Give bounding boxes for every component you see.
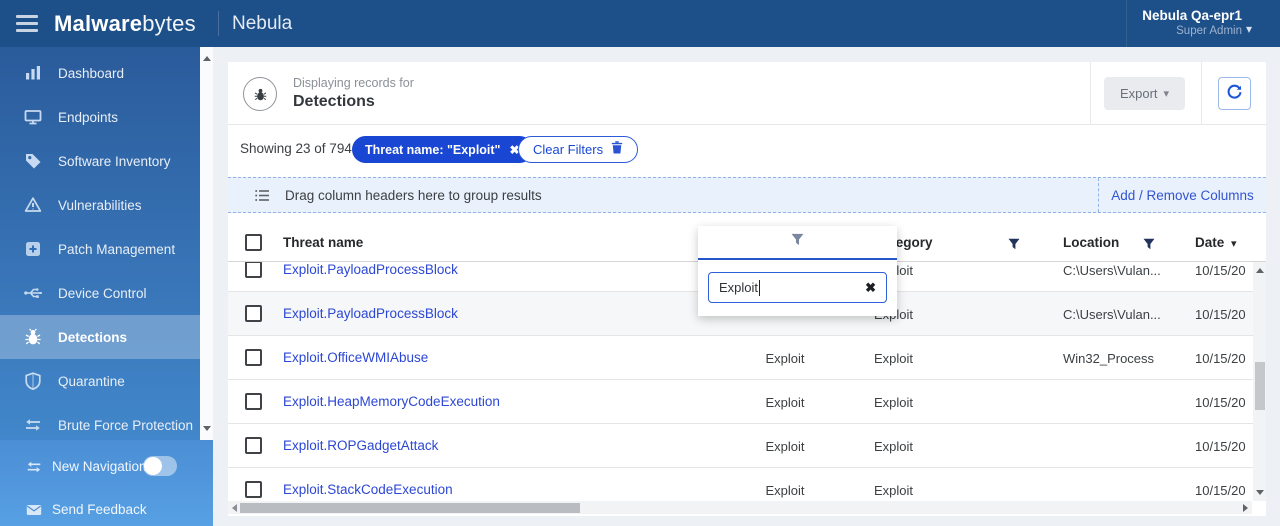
plus-square-icon — [23, 239, 43, 259]
row-checkbox[interactable] — [245, 349, 262, 366]
scroll-right-arrow-icon[interactable] — [1243, 503, 1248, 512]
transfer-arrows-icon — [25, 458, 43, 476]
sidebar-item-device-control[interactable]: Device Control — [0, 271, 200, 315]
refresh-button[interactable] — [1218, 77, 1251, 110]
page-header: Displaying records for Detections Export… — [228, 62, 1266, 125]
filter-funnel-icon — [791, 233, 804, 251]
group-list-icon — [255, 189, 269, 202]
threat-name-filter-chip[interactable]: Threat name: "Exploit" ✖ — [352, 136, 533, 163]
threat-name-link[interactable]: Exploit.ROPGadgetAttack — [283, 438, 438, 453]
sidebar-item-vulnerabilities[interactable]: Vulnerabilities — [0, 183, 200, 227]
table-row[interactable]: Exploit.HeapMemoryCodeExecution Exploit … — [228, 380, 1253, 424]
scrollbar-thumb[interactable] — [1254, 362, 1265, 410]
brand-secondary: bytes — [142, 11, 196, 36]
usb-icon — [23, 283, 43, 303]
clear-input-icon[interactable]: ✖ — [865, 280, 876, 296]
brand-divider — [218, 11, 219, 36]
column-header-date[interactable]: Date — [1195, 235, 1224, 250]
bar-chart-icon — [23, 63, 43, 83]
refresh-icon — [1226, 83, 1243, 105]
header-divider — [1090, 62, 1091, 125]
account-menu[interactable]: Nebula Qa-epr1 Super Admin ▾ — [1142, 7, 1266, 39]
page-title: Detections — [293, 93, 375, 110]
threat-name-link[interactable]: Exploit.OfficeWMIAbuse — [283, 350, 428, 365]
account-role: Super Admin — [1176, 25, 1242, 37]
group-by-bar[interactable]: Drag column headers here to group result… — [228, 177, 1266, 213]
sidebar-footer: New Navigation Send Feedback — [0, 440, 213, 526]
row-checkbox[interactable] — [245, 262, 262, 278]
threat-name-link[interactable]: Exploit.PayloadProcessBlock — [283, 306, 458, 321]
table-row[interactable]: Exploit.ROPGadgetAttack Exploit Exploit … — [228, 424, 1253, 468]
account-divider — [1126, 0, 1127, 47]
chevron-down-icon: ▾ — [1163, 88, 1170, 100]
trash-icon — [611, 140, 623, 159]
sidebar-item-patch-management[interactable]: Patch Management — [0, 227, 200, 271]
scroll-up-arrow-icon[interactable] — [203, 56, 211, 61]
product-name: Nebula — [232, 13, 293, 34]
export-button[interactable]: Export ▾ — [1104, 77, 1185, 110]
scroll-left-arrow-icon[interactable] — [232, 503, 237, 512]
threat-name-link[interactable]: Exploit.PayloadProcessBlock — [283, 262, 458, 277]
envelope-icon — [25, 501, 43, 519]
hamburger-menu-icon[interactable] — [16, 15, 38, 32]
sidebar-scrollbar[interactable] — [200, 47, 213, 440]
filter-popup-header[interactable] — [698, 226, 897, 260]
scrollbar-corner — [1252, 501, 1266, 514]
header-divider — [1201, 62, 1202, 125]
shield-icon — [23, 371, 43, 391]
detections-bug-icon — [243, 77, 277, 111]
column-header-location[interactable]: Location — [1063, 235, 1119, 250]
category-filter-icon[interactable] — [1008, 237, 1020, 250]
sidebar-item-detections[interactable]: Detections — [0, 315, 200, 359]
brand-primary: Malware — [54, 11, 143, 36]
add-remove-columns-link[interactable]: Add / Remove Columns — [1098, 178, 1266, 212]
row-checkbox[interactable] — [245, 305, 262, 322]
sidebar-item-send-feedback[interactable]: Send Feedback — [0, 488, 213, 526]
tag-icon — [23, 151, 43, 171]
top-bar: Malwarebytes Nebula Nebula Qa-epr1 Super… — [0, 0, 1280, 47]
select-all-checkbox[interactable] — [245, 234, 262, 251]
filter-popup-body: Exploit ✖ — [698, 260, 897, 316]
scrollbar-thumb[interactable] — [240, 502, 580, 513]
toggle-knob — [144, 457, 162, 475]
row-checkbox[interactable] — [245, 481, 262, 498]
table-row[interactable]: Exploit.StackCodeExecution Exploit Explo… — [228, 468, 1253, 501]
threat-name-link[interactable]: Exploit.HeapMemoryCodeExecution — [283, 394, 500, 409]
scroll-up-arrow-icon[interactable] — [1255, 268, 1264, 273]
malwarebytes-logo: Malwarebytes — [54, 0, 196, 47]
chevron-down-icon: ▾ — [1245, 22, 1252, 36]
filter-summary-row: Showing 23 of 794. Threat name: "Exploit… — [228, 125, 1266, 170]
new-navigation-toggle[interactable] — [143, 456, 177, 476]
table-horizontal-scrollbar[interactable] — [228, 501, 1252, 514]
page-subtitle: Displaying records for — [293, 76, 414, 90]
row-checkbox[interactable] — [245, 437, 262, 454]
threat-name-link[interactable]: Exploit.StackCodeExecution — [283, 482, 453, 497]
column-header-threat-name[interactable]: Threat name — [283, 235, 363, 250]
sidebar-item-dashboard[interactable]: Dashboard — [0, 51, 200, 95]
bug-icon — [23, 327, 43, 347]
group-hint-text: Drag column headers here to group result… — [285, 188, 542, 203]
transfer-arrows-icon — [23, 415, 43, 435]
record-count: Showing 23 of 794. — [240, 141, 356, 156]
scroll-down-arrow-icon[interactable] — [1255, 490, 1264, 495]
row-checkbox[interactable] — [245, 393, 262, 410]
sidebar-item-endpoints[interactable]: Endpoints — [0, 95, 200, 139]
clear-filters-button[interactable]: Clear Filters — [518, 136, 639, 163]
sidebar-item-software-inventory[interactable]: Software Inventory — [0, 139, 200, 183]
column-filter-popup: Exploit ✖ — [698, 226, 897, 316]
warning-triangle-icon — [23, 195, 43, 215]
table-row[interactable]: Exploit.OfficeWMIAbuse Exploit Exploit W… — [228, 336, 1253, 380]
sort-descending-icon: ▾ — [1231, 238, 1237, 250]
sidebar: Dashboard Endpoints Software Inventory V… — [0, 47, 200, 440]
text-cursor — [759, 279, 761, 296]
monitor-icon — [23, 107, 43, 127]
account-name: Nebula Qa-epr1 — [1142, 8, 1242, 23]
sidebar-item-quarantine[interactable]: Quarantine — [0, 359, 200, 403]
table-vertical-scrollbar[interactable] — [1253, 262, 1266, 501]
location-filter-icon[interactable] — [1143, 237, 1155, 250]
scroll-down-arrow-icon[interactable] — [203, 426, 211, 431]
sidebar-item-new-navigation[interactable]: New Navigation — [0, 445, 213, 488]
filter-text-input[interactable]: Exploit ✖ — [708, 272, 887, 303]
